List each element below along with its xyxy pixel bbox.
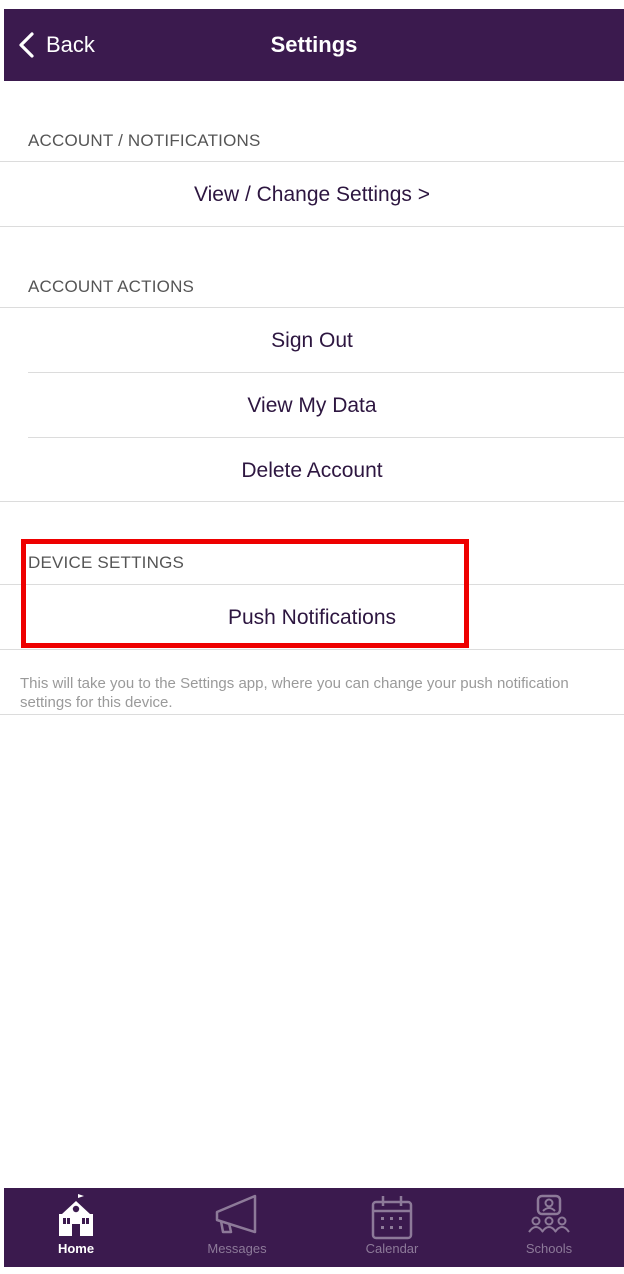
section-header-device-settings: DEVICE SETTINGS	[28, 553, 185, 572]
megaphone-icon	[215, 1194, 257, 1234]
tab-messages[interactable]: Messages	[182, 1188, 292, 1267]
push-notifications-button[interactable]: Push Notifications	[0, 586, 624, 650]
back-label: Back	[46, 32, 95, 57]
view-my-data-button[interactable]: View My Data	[0, 374, 624, 438]
page-title: Settings	[270, 32, 358, 57]
divider	[0, 307, 624, 308]
tab-label: Schools	[525, 1241, 573, 1256]
bottom-tab-bar: Home Messages Calendar Schools	[4, 1188, 624, 1267]
tab-label: Calendar	[365, 1241, 419, 1256]
divider	[0, 584, 624, 585]
tab-home[interactable]: Home	[21, 1188, 131, 1267]
tab-label: Home	[57, 1241, 95, 1256]
divider	[0, 714, 624, 715]
top-nav-bar: Back Settings	[4, 9, 624, 81]
view-change-settings-row[interactable]: View / Change Settings >	[0, 163, 624, 227]
divider	[0, 501, 624, 502]
calendar-icon	[371, 1196, 413, 1240]
tab-calendar[interactable]: Calendar	[337, 1188, 447, 1267]
delete-account-button[interactable]: Delete Account	[0, 439, 624, 503]
school-house-icon	[59, 1194, 93, 1236]
divider	[0, 226, 624, 227]
push-notifications-note: This will take you to the Settings app, …	[20, 675, 569, 711]
divider	[0, 649, 624, 650]
tab-schools[interactable]: Schools	[494, 1188, 604, 1267]
back-button[interactable]: Back	[16, 9, 95, 81]
sign-out-button[interactable]: Sign Out	[0, 309, 624, 373]
divider	[28, 437, 624, 438]
tab-label: Messages	[207, 1241, 267, 1256]
section-header-account-actions: ACCOUNT ACTIONS	[28, 277, 195, 296]
people-icon	[528, 1194, 570, 1233]
section-header-account-notifications: ACCOUNT / NOTIFICATIONS	[28, 131, 261, 150]
chevron-left-icon	[19, 32, 34, 58]
divider	[28, 372, 624, 373]
divider	[0, 161, 624, 162]
